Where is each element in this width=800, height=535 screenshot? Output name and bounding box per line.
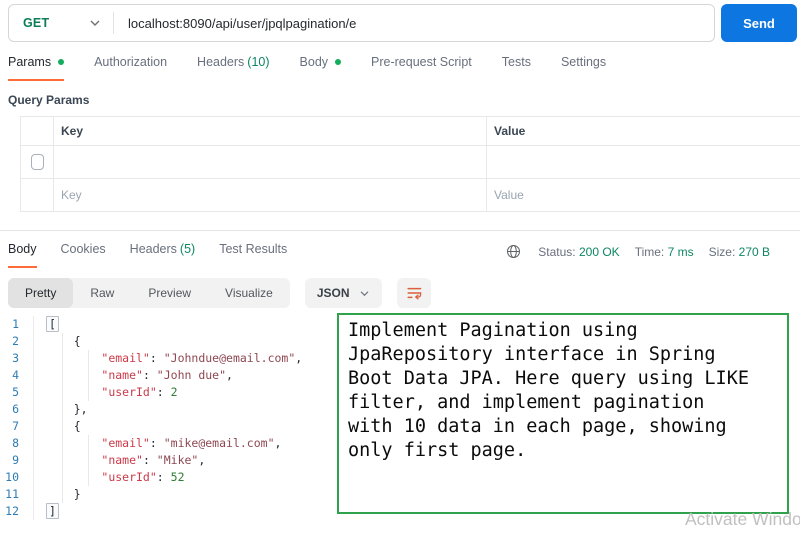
tab-response-headers[interactable]: Headers (5) (130, 242, 196, 268)
activate-windows-watermark: Activate Windows (685, 509, 800, 529)
line-number: 2 (0, 333, 34, 350)
tab-label: Headers (129, 242, 177, 256)
network-globe-icon[interactable] (506, 244, 521, 259)
headers-count: (10) (247, 55, 270, 69)
query-params-table: Key Value (20, 116, 800, 212)
line-number: 5 (0, 384, 34, 401)
tab-label: Body (299, 55, 329, 69)
code-text: "userId": 2 (101, 385, 178, 399)
tab-response-body[interactable]: Body (8, 242, 37, 268)
response-header: Body Cookies Headers (5) Test Results Sta… (0, 231, 800, 268)
tab-label: Params (8, 55, 52, 69)
tab-headers[interactable]: Headers (10) (197, 55, 269, 81)
url-bar: GET Send (8, 4, 797, 42)
tab-authorization[interactable]: Authorization (94, 55, 167, 81)
tab-label: Authorization (94, 55, 168, 69)
size-badge: Size: 270 B (708, 244, 770, 259)
tab-tests[interactable]: Tests (502, 55, 531, 81)
send-button[interactable]: Send (721, 4, 797, 42)
response-meta: Status: 200 OK Time: 7 ms Size: 270 B (506, 242, 770, 259)
line-number: 9 (0, 452, 34, 469)
code-text: { (46, 419, 81, 433)
tab-test-results[interactable]: Test Results (219, 242, 287, 268)
code-text: "email": "Johndue@email.com", (101, 351, 303, 365)
tab-label: Cookies (60, 242, 106, 256)
response-tabs: Body Cookies Headers (5) Test Results (8, 242, 287, 268)
green-dot-icon (58, 59, 65, 65)
view-mode-tabs: Pretty Raw Preview Visualize (8, 278, 290, 308)
status-badge: Status: 200 OK (538, 244, 620, 259)
headers-count: (5) (179, 242, 196, 256)
method-label: GET (23, 16, 50, 30)
code-text: ] (34, 503, 59, 520)
view-tab-visualize[interactable]: Visualize (208, 278, 290, 308)
row-checkbox[interactable] (30, 154, 44, 170)
tab-body[interactable]: Body (300, 55, 342, 81)
line-number: 8 (0, 435, 34, 452)
code-text: "name": "Mike", (101, 453, 206, 467)
line-number: 3 (0, 350, 34, 367)
request-tabs: Params Authorization Headers (10) Body Pr… (0, 42, 800, 82)
view-tab-preview[interactable]: Preview (131, 278, 208, 308)
wrap-lines-icon (404, 285, 424, 301)
view-tab-raw[interactable]: Raw (73, 278, 131, 308)
query-params-title: Query Params (8, 93, 90, 107)
tab-label: Test Results (219, 242, 288, 256)
line-number: 7 (0, 418, 34, 435)
tab-params[interactable]: Params (8, 55, 65, 81)
tab-pre-request-script[interactable]: Pre-request Script (371, 55, 472, 81)
language-label: JSON (316, 286, 350, 300)
green-dot-icon (335, 59, 342, 65)
url-input[interactable] (114, 15, 714, 31)
tab-settings[interactable]: Settings (561, 55, 606, 81)
wrap-lines-button[interactable] (396, 278, 431, 308)
code-text: } (46, 487, 81, 501)
tab-label: Headers (197, 55, 245, 69)
line-number: 4 (0, 367, 34, 384)
method-selector[interactable]: GET (9, 16, 113, 30)
key-column-header: Key (53, 117, 486, 145)
code-text: }, (46, 402, 88, 416)
line-number: 6 (0, 401, 34, 418)
tab-label: Pre-request Script (371, 55, 472, 69)
line-number: 11 (0, 486, 34, 503)
chevron-down-icon (89, 19, 101, 27)
indent-guide (62, 333, 63, 503)
code-text: "email": "mike@email.com", (101, 436, 282, 450)
indent-guide (88, 350, 89, 401)
chevron-down-icon (359, 290, 370, 297)
table-header-row: Key Value (21, 117, 800, 146)
time-badge: Time: 7 ms (634, 244, 694, 259)
value-column-header: Value (486, 117, 800, 145)
table-row (21, 146, 800, 179)
annotation-box: Implement Pagination using JpaRepository… (337, 313, 789, 514)
response-view-toolbar: Pretty Raw Preview Visualize JSON (8, 278, 792, 308)
line-number: 12 (0, 503, 34, 520)
param-key-cell[interactable] (53, 146, 486, 178)
postman-request-view: GET Send Params Authorization Headers(10… (0, 0, 800, 535)
line-number: 1 (0, 316, 34, 333)
param-value-cell[interactable] (486, 146, 800, 178)
code-text: "userId": 52 (101, 470, 185, 484)
indent-guide (88, 435, 89, 486)
view-tab-pretty[interactable]: Pretty (8, 278, 74, 308)
param-key-input[interactable] (61, 188, 486, 202)
tab-label: Settings (560, 55, 607, 69)
table-row (21, 179, 800, 212)
code-text: { (46, 334, 81, 348)
tab-cookies[interactable]: Cookies (61, 242, 106, 268)
tab-label: Body (8, 242, 37, 256)
line-number: 10 (0, 469, 34, 486)
code-text: "name": "John due", (101, 368, 233, 382)
language-selector[interactable]: JSON (304, 278, 382, 308)
url-box: GET (8, 4, 715, 42)
param-value-input[interactable] (494, 188, 800, 202)
checkbox-column-header (21, 117, 53, 145)
code-text: [ (34, 316, 59, 333)
tab-label: Tests (501, 55, 531, 69)
response-body-viewer: 1[2 {3 "email": "Johndue@email.com", 4 "n… (0, 313, 800, 520)
